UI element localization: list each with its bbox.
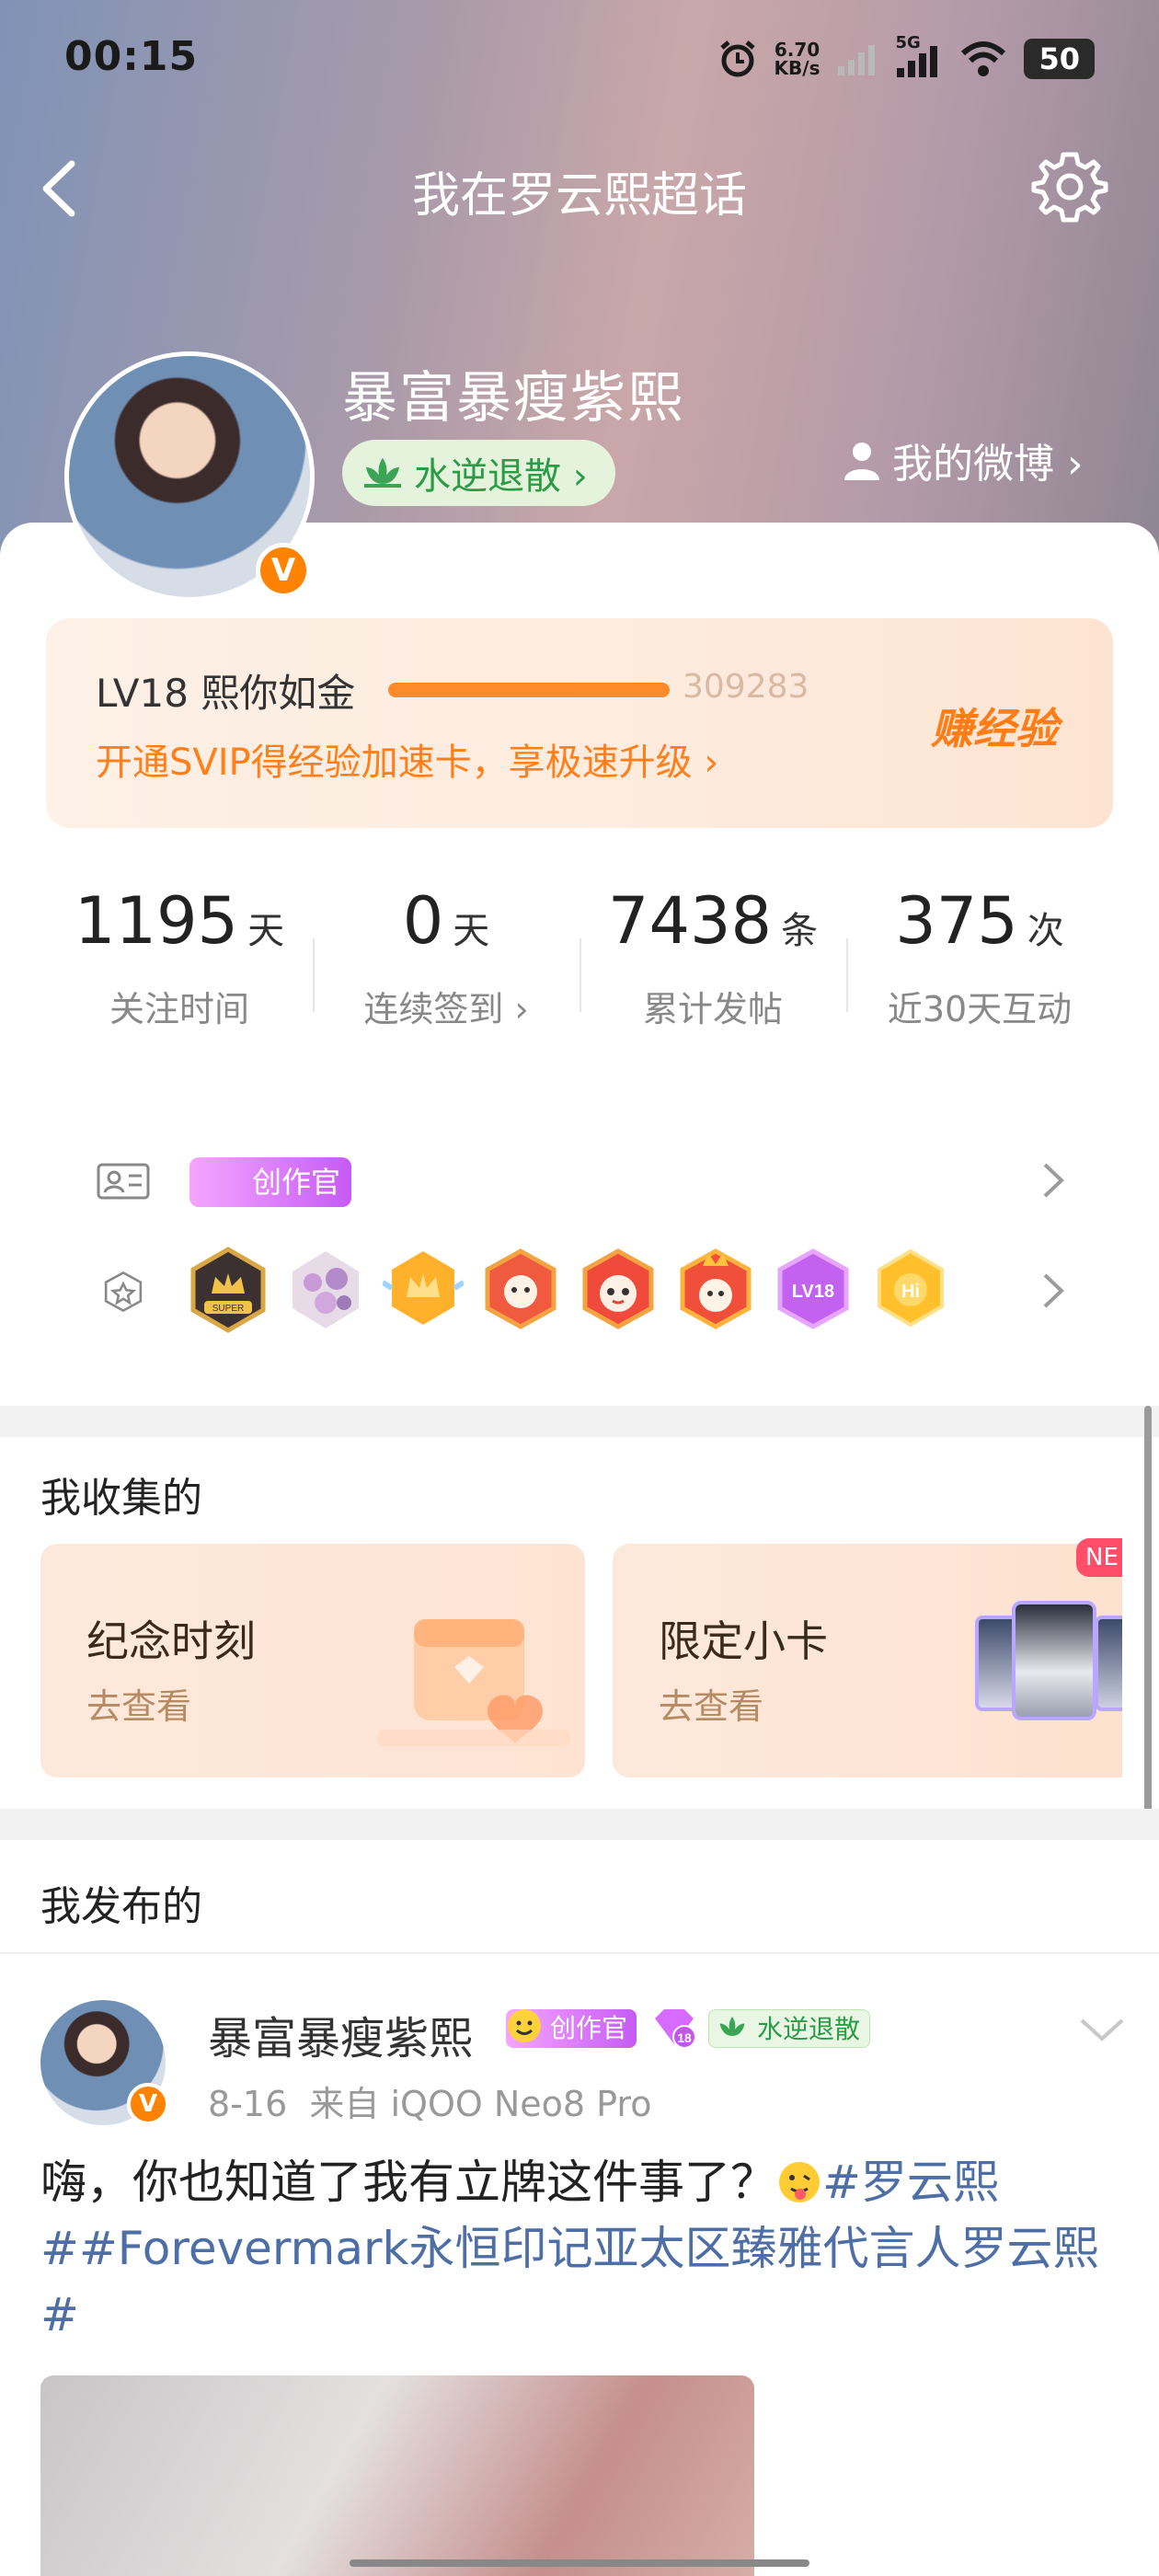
post-date: 8-16: [208, 2084, 288, 2124]
honors-card: [46, 1108, 1113, 1374]
verified-badge: V: [127, 2083, 169, 2125]
verified-badge: V: [256, 543, 311, 598]
super-crown-badge-icon[interactable]: SUPER: [188, 1246, 269, 1334]
gear-icon: [1031, 152, 1108, 223]
memorial-moments-title: 纪念时刻: [86, 1616, 256, 1666]
stat-checkin-streak[interactable]: 0天 连续签到 ›: [313, 883, 580, 1031]
creator-emoji-icon: [504, 2002, 546, 2048]
status-icons: 6.70 KB/s 5G 50: [717, 33, 1095, 79]
post-source: 来自 iQOO Neo8 Pro: [309, 2084, 652, 2124]
svg-text:Hi: Hi: [901, 1282, 920, 1302]
level-text: LV18 熙你如金: [96, 671, 356, 716]
section-separator: [0, 1809, 1159, 1840]
photo-card-thumbnail: [1095, 1616, 1122, 1711]
topic-link[interactable]: ##Forevermark永恒印记亚太区臻雅代言人罗云熙#: [40, 2222, 1098, 2341]
gold-crown-badge-icon[interactable]: [381, 1246, 465, 1334]
svg-text:SUPER: SUPER: [212, 1304, 244, 1314]
level-exp: 309283: [683, 668, 809, 706]
level-progress-bar: [388, 683, 670, 697]
section-separator: [0, 1406, 1159, 1437]
memorial-moments-link: 去查看: [86, 1686, 192, 1727]
chevron-right-icon: [1043, 1273, 1064, 1308]
collected-title: 我收集的: [40, 1475, 202, 1522]
divider: [0, 1952, 1159, 1954]
lotus-icon: [719, 2017, 745, 2036]
medal-icon: [104, 1271, 143, 1313]
badge-row-chevron[interactable]: [1039, 1268, 1067, 1324]
hi-badge-icon[interactable]: Hi: [870, 1246, 951, 1334]
red-cat-badge-icon[interactable]: [578, 1246, 659, 1334]
post-image[interactable]: [40, 2375, 754, 2576]
net-speed: 6.70 KB/s: [774, 39, 820, 79]
topic-link[interactable]: #罗云熙: [822, 2156, 999, 2209]
post-meta: 8-16 来自 iQOO Neo8 Pro: [208, 2076, 651, 2126]
fan-title-pill[interactable]: 水逆退散 ›: [342, 440, 615, 506]
honor-row-chevron[interactable]: [1039, 1157, 1067, 1213]
limited-cards-title: 限定小卡: [659, 1616, 828, 1666]
home-indicator[interactable]: [350, 2559, 809, 2567]
settings-button[interactable]: [1030, 147, 1109, 226]
limited-cards-link: 去查看: [659, 1686, 764, 1727]
id-card-icon: [97, 1163, 150, 1200]
status-bar: 00:15 6.70 KB/s 5G 50: [0, 33, 1159, 88]
svip-promo-link[interactable]: 开通SVIP得经验加速卡，享极速升级 ›: [96, 732, 718, 786]
fire-fox-badge-icon[interactable]: [675, 1246, 756, 1334]
signal-5g-icon: 5G: [895, 33, 943, 79]
status-time: 00:15: [64, 33, 199, 80]
chevron-down-icon: [1080, 2018, 1124, 2041]
signal-weak-icon: [838, 45, 876, 75]
stat-interactions: 375 次 近30天互动: [887, 883, 1073, 1029]
stat-follow-days: 1195 天 关注时间: [74, 883, 285, 1029]
scrollbar[interactable]: [1144, 1406, 1152, 1816]
published-title: 我发布的: [40, 1883, 202, 1930]
diamond-level-icon[interactable]: 18: [649, 2006, 699, 2052]
new-badge: NE: [1076, 1538, 1122, 1577]
battery-indicator: 50: [1024, 39, 1095, 79]
alarm-icon: [719, 40, 755, 77]
earn-exp-button[interactable]: 赚经验: [931, 696, 1058, 756]
diamond-badge-icon[interactable]: [285, 1246, 366, 1334]
user-icon: [844, 443, 879, 480]
chevron-right-icon: [1043, 1163, 1064, 1198]
red-fox-badge-icon[interactable]: [480, 1246, 561, 1334]
post-text: 嗨，你也知道了我有立牌这件事了？ #罗云熙##Forevermark永恒印记亚太区…: [40, 2156, 1099, 2341]
post-author[interactable]: 暴富暴瘦紫熙: [208, 2002, 473, 2066]
photo-card-thumbnail: [1012, 1601, 1096, 1720]
wifi-icon: [961, 41, 1006, 76]
post-more-button[interactable]: [1078, 2013, 1126, 2048]
stat-total-posts: 7438 条 累计发帖: [607, 883, 819, 1029]
svg-text:18: 18: [677, 2030, 692, 2045]
tongue-emoji-icon: [776, 2156, 822, 2202]
lotus-icon: [364, 458, 401, 488]
creator-tag[interactable]: 创作官: [189, 1157, 351, 1207]
svg-text:LV18: LV18: [792, 1282, 834, 1302]
my-weibo-link[interactable]: 我的微博 ›: [843, 431, 1084, 489]
calendar-heart-icon: [377, 1582, 570, 1757]
username: 暴富暴瘦紫熙: [342, 366, 684, 431]
stats-row: 1195 天 关注时间 0天 连续签到 › 7438 条 累计发帖 375 次 近30…: [46, 883, 1113, 1049]
lv18-badge-icon[interactable]: LV18: [773, 1246, 854, 1334]
page-title: 我在罗云熙超话: [411, 168, 747, 224]
